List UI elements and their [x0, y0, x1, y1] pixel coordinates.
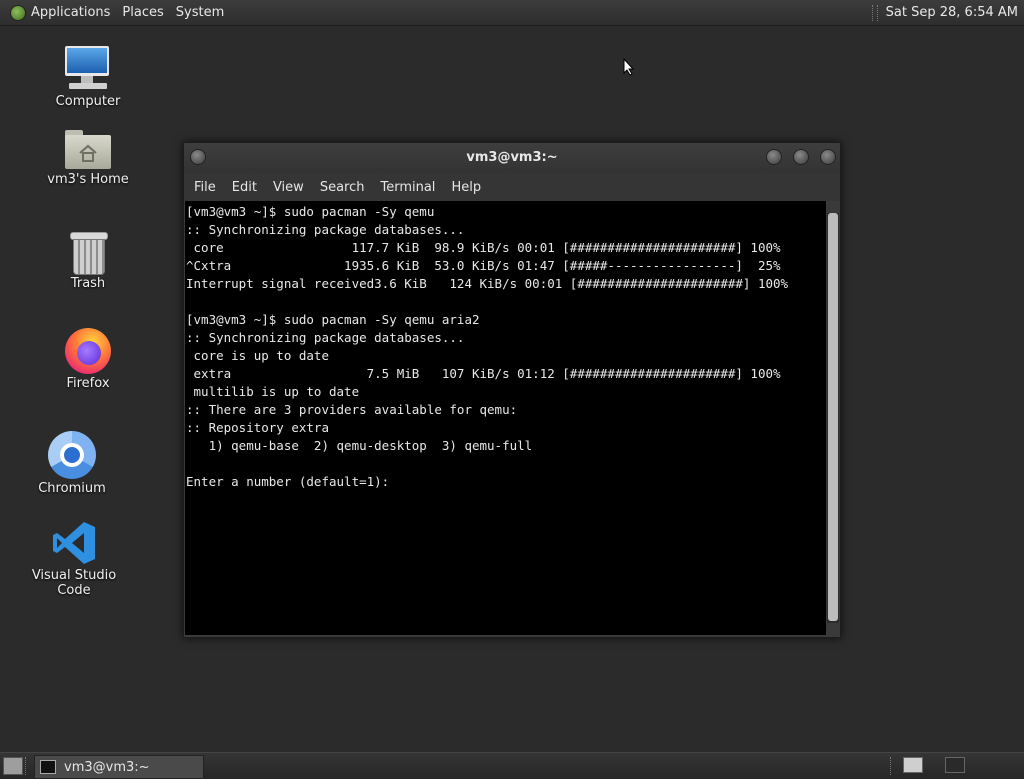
taskbar-item-terminal[interactable]: vm3@vm3:~	[34, 755, 204, 779]
desktop-icon-computer[interactable]: Computer	[28, 46, 148, 109]
clock[interactable]: Sat Sep 28, 6:54 AM	[886, 5, 1024, 20]
taskbar-separator	[25, 757, 29, 775]
taskbar-item-label: vm3@vm3:~	[64, 759, 150, 775]
desktop-icon-home[interactable]: vm3's Home	[28, 130, 148, 187]
workspace-1[interactable]	[903, 757, 923, 773]
places-menu[interactable]: Places	[122, 5, 171, 20]
desktop-icon-firefox[interactable]: Firefox	[28, 328, 148, 391]
desktop-icon-label: vm3's Home	[47, 172, 129, 187]
trash-icon	[70, 230, 108, 275]
desktop-icon-chromium[interactable]: Chromium	[12, 431, 132, 496]
bottom-panel: vm3@vm3:~	[0, 752, 1024, 779]
panel-separator	[871, 4, 878, 21]
desktop-icon-trash[interactable]: Trash	[28, 230, 148, 291]
desktop-icon-label: Visual Studio Code	[31, 568, 117, 598]
window-title: vm3@vm3:~	[466, 150, 558, 165]
terminal-scrollbar[interactable]	[827, 201, 839, 635]
desktop-icon-label: Trash	[70, 276, 106, 291]
close-button[interactable]	[820, 149, 836, 165]
menu-edit[interactable]: Edit	[224, 180, 265, 195]
panel-right-area: Sat Sep 28, 6:54 AM	[871, 0, 1024, 25]
terminal-text[interactable]: [vm3@vm3 ~]$ sudo pacman -Sy qemu :: Syn…	[185, 201, 826, 491]
terminal-menubar: File Edit View Search Terminal Help	[184, 173, 840, 201]
minimize-button[interactable]	[766, 149, 782, 165]
top-panel: Applications Places System Sat Sep 28, 6…	[0, 0, 1024, 26]
workspace-2[interactable]	[945, 757, 965, 773]
menu-view[interactable]: View	[265, 180, 312, 195]
maximize-button[interactable]	[793, 149, 809, 165]
desktop-icon-label: Computer	[55, 94, 121, 109]
scroll-up-arrow[interactable]	[827, 201, 839, 213]
vscode-icon	[51, 520, 97, 566]
desktop-icon-label: Chromium	[38, 481, 106, 496]
desktop-icon-label: Firefox	[66, 376, 110, 391]
menu-search[interactable]: Search	[312, 180, 373, 195]
window-titlebar[interactable]: vm3@vm3:~	[184, 143, 840, 173]
desktop-icon-vscode[interactable]: Visual Studio Code	[14, 520, 134, 598]
menu-help[interactable]: Help	[443, 180, 489, 195]
menu-terminal[interactable]: Terminal	[372, 180, 443, 195]
terminal-icon	[40, 760, 56, 774]
firefox-icon	[65, 328, 111, 374]
terminal-window[interactable]: vm3@vm3:~ File Edit View Search Terminal…	[183, 142, 841, 638]
terminal-output[interactable]: [vm3@vm3 ~]$ sudo pacman -Sy qemu :: Syn…	[185, 201, 826, 635]
workspace-separator	[890, 757, 894, 775]
system-menu[interactable]: System	[176, 5, 232, 20]
menu-file[interactable]: File	[186, 180, 224, 195]
home-folder-icon	[65, 130, 111, 170]
gnome-foot-icon	[10, 4, 26, 21]
mouse-cursor-icon	[623, 58, 635, 76]
scroll-down-arrow[interactable]	[827, 623, 839, 635]
computer-icon	[63, 46, 113, 92]
show-desktop-icon[interactable]	[3, 757, 23, 775]
chromium-icon	[48, 431, 96, 479]
applications-menu[interactable]: Applications	[31, 5, 118, 20]
scrollbar-thumb[interactable]	[828, 213, 838, 621]
